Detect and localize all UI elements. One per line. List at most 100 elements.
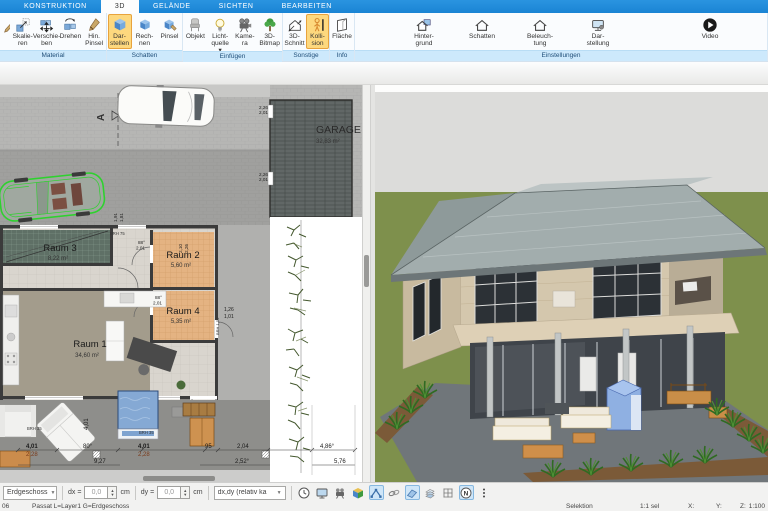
chair-icon bbox=[186, 16, 204, 33]
north-button[interactable] bbox=[458, 485, 474, 500]
floor-select[interactable]: Erdgeschoss ▼ bbox=[3, 485, 57, 500]
play-icon bbox=[701, 16, 719, 33]
ribbon-button-kollision[interactable]: Kolli- sion bbox=[306, 14, 329, 50]
svg-text:8,22 m²: 8,22 m² bbox=[48, 256, 68, 262]
ribbon-group-label-sonstige: Sonstige bbox=[283, 50, 329, 61]
ribbon-button-darstellen[interactable]: Dar- stellen bbox=[107, 14, 132, 50]
chevron-down-icon: ▼ bbox=[276, 489, 282, 496]
dy-label: dy = bbox=[140, 489, 155, 496]
svg-text:4,01: 4,01 bbox=[84, 418, 90, 430]
layers-icon bbox=[426, 489, 434, 498]
ribbon-tab-bar: KONSTRUKTION 3D GELÄNDE SICHTEN BEARBEIT… bbox=[0, 0, 768, 13]
room-label-raum2: Raum 2 bbox=[166, 250, 199, 261]
tab-3d[interactable]: 3D bbox=[100, 0, 139, 13]
ribbon-button-skalieren[interactable]: Skalie- ren bbox=[11, 14, 35, 49]
coordinate-mode-select[interactable]: dx,dy (relativ ka ▼ bbox=[213, 485, 286, 500]
svg-text:BRH 1,50: BRH 1,50 bbox=[215, 317, 220, 335]
ribbon-button-pinsel[interactable]: Pinsel bbox=[158, 14, 182, 42]
svg-text:2,01: 2,01 bbox=[259, 110, 268, 115]
ribbon-button-flaeche[interactable]: Fläche bbox=[330, 14, 354, 42]
layers-button[interactable] bbox=[423, 485, 438, 500]
ribbon-button-hin-pinsel[interactable]: Hin. Pinsel bbox=[82, 14, 106, 49]
scrollbar-thumb[interactable] bbox=[364, 255, 369, 287]
svg-text:9,27: 9,27 bbox=[94, 459, 106, 465]
ribbon-button-video[interactable]: Video bbox=[695, 14, 725, 42]
more-options-button[interactable] bbox=[477, 485, 492, 500]
svg-text:2,01: 2,01 bbox=[259, 177, 268, 182]
scale-icon bbox=[14, 16, 32, 33]
tab-bearbeiten[interactable]: BEARBEITEN bbox=[268, 0, 346, 13]
ribbon-button-hintergrund[interactable]: Hinter- grund bbox=[403, 14, 445, 49]
ribbon-group-label-einstellungen: Einstellungen bbox=[355, 50, 767, 61]
chevron-down-icon: ▼ bbox=[50, 489, 56, 496]
status-zoom: 1:100 bbox=[748, 503, 765, 510]
ribbon-group-label-schatten: Schatten bbox=[107, 50, 182, 61]
ribbon-canvas-gap bbox=[0, 62, 768, 85]
ribbon-button-schatten-einstellung[interactable]: Schatten bbox=[461, 14, 503, 42]
svg-text:2,01: 2,01 bbox=[153, 301, 162, 306]
ribbon-button-drehen[interactable]: Drehen bbox=[59, 14, 83, 42]
move-icon bbox=[38, 16, 56, 33]
tree-icon bbox=[261, 16, 279, 33]
house-icon bbox=[473, 16, 491, 33]
status-line: 06 Passat L=Layer1 G=Erdgeschoss Selekti… bbox=[0, 502, 768, 511]
ribbon-button-rechnen[interactable]: Rech- nen bbox=[133, 14, 157, 49]
ribbon-group-sonstige: 3D- Schnitt Kolli- sion Sonstige bbox=[283, 13, 330, 61]
render-view-3d[interactable] bbox=[375, 85, 768, 482]
rotate-icon bbox=[61, 16, 79, 33]
tab-sichten[interactable]: SICHTEN bbox=[205, 0, 268, 13]
ribbon-button-clipped[interactable] bbox=[0, 14, 11, 35]
plan-horizontal-scrollbar[interactable] bbox=[143, 476, 215, 481]
plan-car-white[interactable] bbox=[117, 85, 215, 130]
surface-snap-button[interactable] bbox=[404, 485, 420, 500]
dy-input[interactable] bbox=[157, 486, 182, 499]
snap-vertex-button[interactable] bbox=[368, 485, 384, 500]
svg-text:80°: 80° bbox=[83, 444, 93, 450]
ribbon-group-einstellungen: Hinter- grund Schatten Beleuch- tung Dar… bbox=[355, 13, 768, 61]
texture-cube-button[interactable] bbox=[351, 485, 366, 500]
plan-garage: GARAGE 32,83 m² bbox=[267, 99, 361, 218]
workspace: GARAGE 32,83 m² 2,26 2,01 2,26 2,01 A 4,… bbox=[0, 85, 768, 482]
status-scale-sel: 1:1 sel bbox=[640, 503, 660, 510]
ribbon-group-label-material: Material bbox=[0, 50, 106, 61]
display-button[interactable] bbox=[315, 485, 330, 500]
ribbon-button-kamera[interactable]: Kame- ra bbox=[233, 14, 257, 49]
plan-view-2d[interactable]: GARAGE 32,83 m² 2,26 2,01 2,26 2,01 A 4,… bbox=[0, 85, 362, 482]
render-camera-button[interactable] bbox=[333, 485, 348, 500]
camera-icon bbox=[236, 16, 254, 33]
ribbon-button-verschieben[interactable]: Verschie- ben bbox=[33, 14, 60, 49]
ribbon-group-label-einfuegen: Einfügen bbox=[183, 51, 282, 62]
ribbon-button-3d-bitmap[interactable]: 3D- Bitmap bbox=[258, 14, 282, 49]
dx-stepper[interactable]: ▲ ▼ bbox=[108, 486, 118, 499]
ribbon-group-schatten: Dar- stellen Rech- nen Pinsel Schatten bbox=[107, 13, 183, 61]
render-backdrop bbox=[375, 92, 768, 192]
svg-text:BRH 75: BRH 75 bbox=[110, 231, 125, 236]
svg-text:1,91: 1,91 bbox=[113, 213, 118, 222]
chain-button[interactable] bbox=[387, 485, 402, 500]
surface-pane-icon bbox=[333, 16, 351, 33]
ribbon-group-label-info: Info bbox=[330, 50, 354, 61]
ribbon-button-objekt[interactable]: Objekt bbox=[183, 14, 207, 42]
svg-text:2,28: 2,28 bbox=[138, 452, 150, 458]
dy-stepper[interactable]: ▲ ▼ bbox=[181, 486, 191, 499]
surface-icon bbox=[408, 490, 417, 498]
tab-konstruktion[interactable]: KONSTRUKTION bbox=[10, 0, 101, 13]
time-button[interactable] bbox=[297, 485, 312, 500]
plan-vertical-scrollbar[interactable] bbox=[362, 85, 371, 482]
ribbon-button-darstellung[interactable]: Dar- stellung bbox=[577, 14, 619, 49]
svg-text:2,04: 2,04 bbox=[237, 444, 249, 450]
grid-icon bbox=[444, 488, 453, 497]
grid-button[interactable] bbox=[441, 485, 456, 500]
ribbon-button-beleuchtung[interactable]: Beleuch- tung bbox=[519, 14, 561, 49]
ribbon-group-einfuegen: Objekt Licht- quelle ▾ Kame- ra 3D- Bitm… bbox=[183, 13, 283, 62]
dx-label: dx = bbox=[68, 489, 82, 496]
svg-text:4,01: 4,01 bbox=[26, 444, 38, 450]
ribbon-button-3d-schnitt[interactable]: 3D- Schnitt bbox=[283, 14, 306, 49]
svg-text:5,60 m²: 5,60 m² bbox=[171, 263, 191, 269]
house-background-icon bbox=[415, 16, 433, 33]
monitor-gear-icon bbox=[589, 16, 607, 33]
house-section-icon bbox=[286, 16, 304, 33]
status-y-label: Y: bbox=[716, 503, 722, 510]
tab-gelaende[interactable]: GELÄNDE bbox=[139, 0, 205, 13]
dx-input[interactable] bbox=[84, 486, 109, 499]
